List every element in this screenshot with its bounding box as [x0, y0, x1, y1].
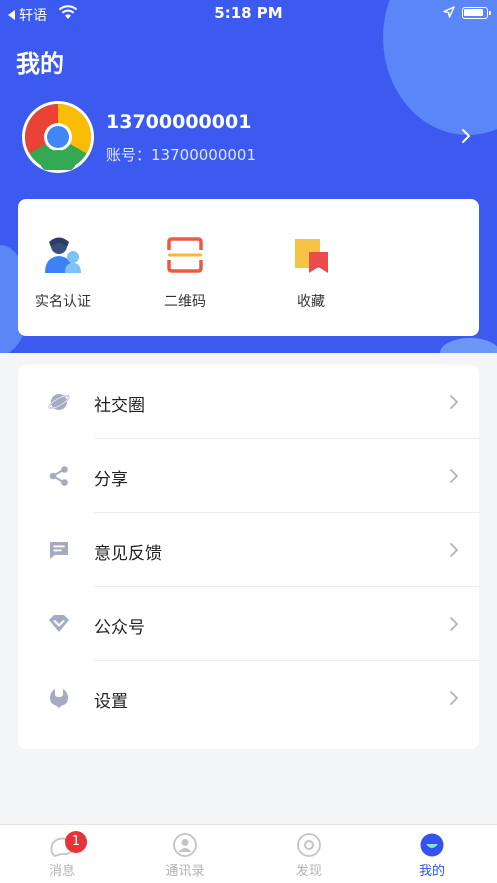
tab-messages[interactable]: 消息 1	[17, 831, 107, 879]
chevron-right-icon	[462, 129, 471, 143]
tab-label: 发现	[295, 864, 322, 879]
menu-item-label: 意见反馈	[94, 544, 162, 564]
avatar-image	[25, 104, 91, 170]
location-icon	[443, 6, 455, 18]
quick-favorites-button[interactable]: 收藏	[266, 235, 356, 311]
chevron-right-icon	[450, 469, 459, 483]
diamond-icon	[49, 615, 69, 632]
quick-verify-label: 实名认证	[35, 294, 91, 310]
profile-row[interactable]: 13700000001 账号：13700000001	[22, 101, 482, 175]
chevron-right-icon	[450, 617, 459, 631]
tab-bar: 消息 1 通讯录 发现 我的	[0, 824, 497, 883]
contacts-icon	[173, 833, 197, 857]
account-row: 账号：13700000001	[106, 144, 256, 165]
bookmark-icon	[295, 239, 328, 273]
quick-qrcode-label: 二维码	[164, 294, 206, 310]
quick-qrcode-button[interactable]: 二维码	[140, 235, 230, 311]
menu-item-share[interactable]: 分享	[18, 439, 479, 513]
tab-label: 通讯录	[165, 864, 205, 879]
verified-user-icon	[45, 237, 81, 273]
tab-contacts[interactable]: 通讯录	[140, 833, 230, 879]
account-label: 账号：	[106, 146, 152, 164]
menu-item-feedback[interactable]: 意见反馈	[18, 513, 479, 587]
quick-verify-button[interactable]: 实名认证	[18, 235, 108, 311]
tab-discover[interactable]: 发现	[264, 833, 354, 879]
menu-list: 社交圈 分享 意见反馈 公众号 设置	[18, 365, 479, 749]
menu-item-official-account[interactable]: 公众号	[18, 587, 479, 661]
menu-item-social[interactable]: 社交圈	[18, 365, 479, 439]
menu-item-label: 公众号	[94, 618, 145, 638]
quick-favorites-label: 收藏	[297, 294, 325, 310]
tab-me[interactable]: 我的	[387, 833, 477, 879]
menu-item-settings[interactable]: 设置	[18, 661, 479, 735]
chevron-right-icon	[450, 691, 459, 705]
menu-item-label: 分享	[94, 470, 128, 490]
chevron-right-icon	[450, 395, 459, 409]
share-icon	[49, 466, 68, 486]
discover-icon	[297, 833, 321, 857]
status-bar: 轩语 5:18 PM	[0, 0, 497, 26]
status-time: 5:18 PM	[214, 4, 283, 22]
quick-actions-card: 实名认证 二维码 收藏	[18, 199, 479, 336]
avatar[interactable]	[22, 101, 94, 173]
planet-icon	[48, 394, 70, 410]
settings-icon	[50, 689, 68, 708]
me-icon	[420, 833, 444, 857]
menu-item-label: 社交圈	[94, 396, 145, 416]
page-title: 我的	[16, 50, 64, 78]
battery-icon	[462, 7, 491, 19]
qr-scan-icon	[167, 237, 203, 273]
account-value: 13700000001	[151, 146, 256, 164]
unread-badge: 1	[65, 831, 87, 853]
tab-label: 消息	[48, 864, 75, 879]
chevron-right-icon	[450, 543, 459, 557]
user-name: 13700000001	[106, 111, 252, 133]
tab-label: 我的	[418, 864, 445, 879]
feedback-icon	[50, 542, 68, 559]
decor-bubble	[440, 338, 497, 353]
menu-item-label: 设置	[94, 692, 128, 712]
